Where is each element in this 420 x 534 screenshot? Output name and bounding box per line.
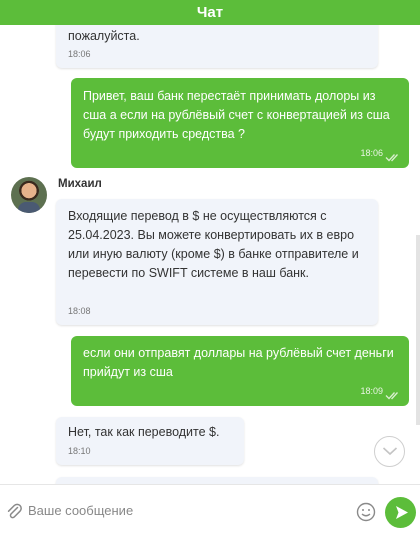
scrollbar[interactable] bbox=[416, 235, 420, 425]
paperclip-icon[interactable] bbox=[6, 502, 22, 520]
scroll-down-button[interactable] bbox=[374, 436, 405, 467]
message-text: если они отправят доллары на рублёвый сч… bbox=[83, 346, 394, 379]
incoming-message: Входящие перевод в $ не осуществляются с… bbox=[56, 199, 378, 325]
message-text: Входящие перевод в $ не осуществляются с… bbox=[68, 209, 359, 280]
send-button[interactable] bbox=[385, 497, 416, 528]
double-check-icon bbox=[385, 392, 398, 400]
incoming-message bbox=[56, 477, 378, 484]
outgoing-message: если они отправят доллары на рублёвый сч… bbox=[71, 336, 409, 406]
chevron-down-icon bbox=[382, 447, 398, 456]
message-time: 18:10 bbox=[68, 446, 91, 456]
message-text: Нет, так как переводите $. bbox=[68, 425, 220, 439]
message-text: Привет, ваш банк перестаёт принимать дол… bbox=[83, 89, 390, 141]
sender-name: Михаил bbox=[58, 178, 102, 190]
message-time: 18:08 bbox=[68, 306, 91, 316]
send-icon bbox=[396, 506, 408, 519]
message-list[interactable]: пожалуйста. 18:06 Привет, ваш банк перес… bbox=[0, 25, 420, 484]
chat-title: Чат bbox=[196, 4, 224, 21]
incoming-message: Нет, так как переводите $. 18:10 bbox=[56, 417, 244, 465]
message-input[interactable] bbox=[28, 498, 348, 522]
message-time: 18:06 bbox=[68, 49, 91, 59]
incoming-message: пожалуйста. 18:06 bbox=[56, 25, 378, 68]
message-time: 18:06 bbox=[360, 148, 383, 158]
message-time: 18:09 bbox=[360, 386, 383, 396]
message-text: пожалуйста. bbox=[68, 29, 140, 43]
avatar bbox=[11, 177, 47, 213]
double-check-icon bbox=[385, 154, 398, 162]
smile-icon[interactable] bbox=[356, 502, 376, 522]
chat-header: Чат bbox=[0, 0, 420, 25]
message-composer bbox=[0, 484, 420, 534]
outgoing-message: Привет, ваш банк перестаёт принимать дол… bbox=[71, 78, 409, 168]
